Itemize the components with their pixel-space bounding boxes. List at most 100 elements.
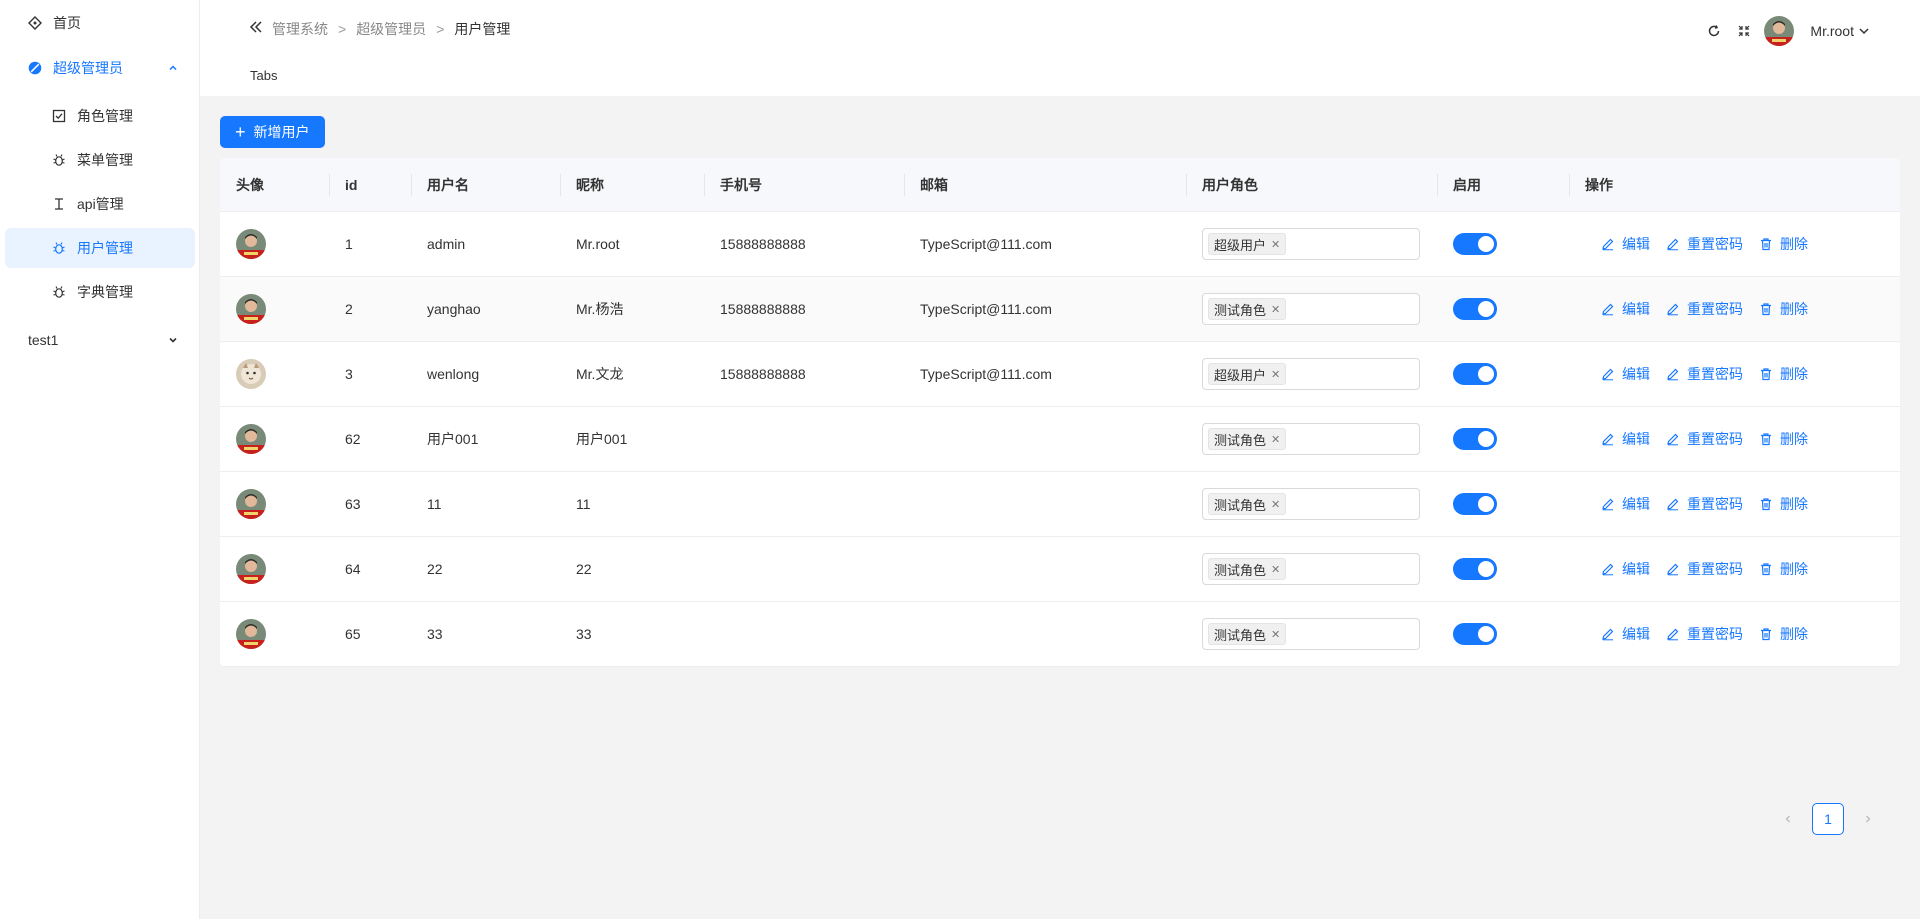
role-select[interactable]: 测试角色 ✕ <box>1202 488 1420 520</box>
edit-button[interactable]: 编辑 <box>1601 559 1650 579</box>
sidebar-item-home[interactable]: 首页 <box>5 3 195 43</box>
role-select[interactable]: 测试角色 ✕ <box>1202 553 1420 585</box>
reset-password-button[interactable]: 重置密码 <box>1666 234 1743 254</box>
sidebar-group-test1[interactable]: test1 <box>5 320 195 360</box>
user-menu[interactable]: Mr.root <box>1810 23 1870 39</box>
role-select[interactable]: 测试角色 ✕ <box>1202 293 1420 325</box>
role-cell: 超级用户 ✕ <box>1186 228 1437 260</box>
id-cell: 1 <box>345 236 353 252</box>
sidebar-item-label: 首页 <box>53 15 81 31</box>
id-cell: 64 <box>345 561 361 577</box>
enabled-toggle[interactable] <box>1453 233 1497 255</box>
role-select[interactable]: 超级用户 ✕ <box>1202 228 1420 260</box>
nickname-cell: Mr.杨浩 <box>576 301 624 317</box>
role-tag: 测试角色 ✕ <box>1208 558 1287 580</box>
delete-button[interactable]: 删除 <box>1759 624 1808 644</box>
delete-label: 删除 <box>1780 496 1808 512</box>
delete-button[interactable]: 删除 <box>1759 299 1808 319</box>
edit-button[interactable]: 编辑 <box>1601 624 1650 644</box>
actions-cell: 编辑 重置密码 删除 <box>1569 299 1900 319</box>
enabled-toggle[interactable] <box>1453 298 1497 320</box>
table-row: 62 用户001 用户001 测试角色 ✕ 编辑 重置密码 删除 <box>220 407 1900 472</box>
remove-tag-icon[interactable]: ✕ <box>1271 368 1280 381</box>
edit-button[interactable]: 编辑 <box>1601 364 1650 384</box>
remove-tag-icon[interactable]: ✕ <box>1271 628 1280 641</box>
edit-button[interactable]: 编辑 <box>1601 494 1650 514</box>
delete-label: 删除 <box>1780 431 1808 447</box>
delete-button[interactable]: 删除 <box>1759 364 1808 384</box>
edit-button[interactable]: 编辑 <box>1601 299 1650 319</box>
checkbox-icon <box>51 108 67 124</box>
enabled-toggle[interactable] <box>1453 558 1497 580</box>
sidebar-item-dictionary-management[interactable]: 字典管理 <box>5 272 195 312</box>
role-select[interactable]: 测试角色 ✕ <box>1202 423 1420 455</box>
collapse-sidebar-icon[interactable] <box>248 19 264 35</box>
table-body: 1 admin Mr.root 15888888888 TypeScript@111.c… <box>220 212 1900 667</box>
tab-tabs[interactable]: Tabs <box>250 68 277 83</box>
sidebar-group-super-admin[interactable]: 超级管理员 <box>5 48 195 88</box>
remove-tag-icon[interactable]: ✕ <box>1271 498 1280 511</box>
reset-password-label: 重置密码 <box>1687 561 1743 577</box>
reset-password-label: 重置密码 <box>1687 236 1743 252</box>
edit-button[interactable]: 编辑 <box>1601 429 1650 449</box>
enabled-cell <box>1437 623 1569 645</box>
sidebar-item-role-management[interactable]: 角色管理 <box>5 96 195 136</box>
edit-button[interactable]: 编辑 <box>1601 234 1650 254</box>
enabled-toggle[interactable] <box>1453 363 1497 385</box>
breadcrumb-item[interactable]: 超级管理员 <box>356 19 426 39</box>
header-actions: Mr.root <box>1692 16 1870 46</box>
enabled-toggle[interactable] <box>1453 623 1497 645</box>
reset-password-button[interactable]: 重置密码 <box>1666 429 1743 449</box>
fullscreen-icon[interactable] <box>1736 23 1752 39</box>
delete-button[interactable]: 删除 <box>1759 429 1808 449</box>
nickname-cell: Mr.文龙 <box>576 366 624 382</box>
role-select[interactable]: 测试角色 ✕ <box>1202 618 1420 650</box>
trash-icon <box>1759 627 1773 641</box>
sidebar-item-menu-management[interactable]: 菜单管理 <box>5 140 195 180</box>
delete-button[interactable]: 删除 <box>1759 234 1808 254</box>
edit-icon <box>1601 237 1615 251</box>
remove-tag-icon[interactable]: ✕ <box>1271 238 1280 251</box>
edit-icon <box>1666 432 1680 446</box>
enabled-toggle[interactable] <box>1453 493 1497 515</box>
phone-cell: 15888888888 <box>720 236 806 252</box>
pagination: 1 <box>1776 803 1880 835</box>
page-number[interactable]: 1 <box>1812 803 1844 835</box>
enabled-cell <box>1437 493 1569 515</box>
reset-password-label: 重置密码 <box>1687 301 1743 317</box>
avatar <box>236 294 266 324</box>
user-name: Mr.root <box>1810 23 1854 39</box>
breadcrumb-item[interactable]: 管理系统 <box>272 19 328 39</box>
actions-cell: 编辑 重置密码 删除 <box>1569 494 1900 514</box>
refresh-icon[interactable] <box>1706 23 1722 39</box>
sidebar-item-api-management[interactable]: api管理 <box>5 184 195 224</box>
reset-password-button[interactable]: 重置密码 <box>1666 494 1743 514</box>
remove-tag-icon[interactable]: ✕ <box>1271 563 1280 576</box>
edit-icon <box>1601 627 1615 641</box>
role-select[interactable]: 超级用户 ✕ <box>1202 358 1420 390</box>
edit-icon <box>1666 627 1680 641</box>
reset-password-button[interactable]: 重置密码 <box>1666 299 1743 319</box>
remove-tag-icon[interactable]: ✕ <box>1271 433 1280 446</box>
reset-password-button[interactable]: 重置密码 <box>1666 364 1743 384</box>
avatar <box>236 619 266 649</box>
next-page-icon[interactable] <box>1856 803 1880 835</box>
breadcrumb-separator: > <box>338 21 347 37</box>
delete-label: 删除 <box>1780 561 1808 577</box>
sidebar-item-user-management[interactable]: 用户管理 <box>5 228 195 268</box>
reset-password-button[interactable]: 重置密码 <box>1666 624 1743 644</box>
toggle-knob <box>1478 236 1494 252</box>
enabled-toggle[interactable] <box>1453 428 1497 450</box>
column-header-nickname: 昵称 <box>560 173 704 196</box>
user-avatar[interactable] <box>1764 16 1795 46</box>
reset-password-button[interactable]: 重置密码 <box>1666 559 1743 579</box>
prev-page-icon[interactable] <box>1776 803 1800 835</box>
delete-button[interactable]: 删除 <box>1759 559 1808 579</box>
delete-button[interactable]: 删除 <box>1759 494 1808 514</box>
add-user-button[interactable]: + 新增用户 <box>220 116 325 148</box>
avatar-cell <box>220 619 329 649</box>
column-header-avatar: 头像 <box>236 176 264 193</box>
remove-tag-icon[interactable]: ✕ <box>1271 303 1280 316</box>
delete-label: 删除 <box>1780 626 1808 642</box>
nickname-cell: Mr.root <box>576 236 620 252</box>
